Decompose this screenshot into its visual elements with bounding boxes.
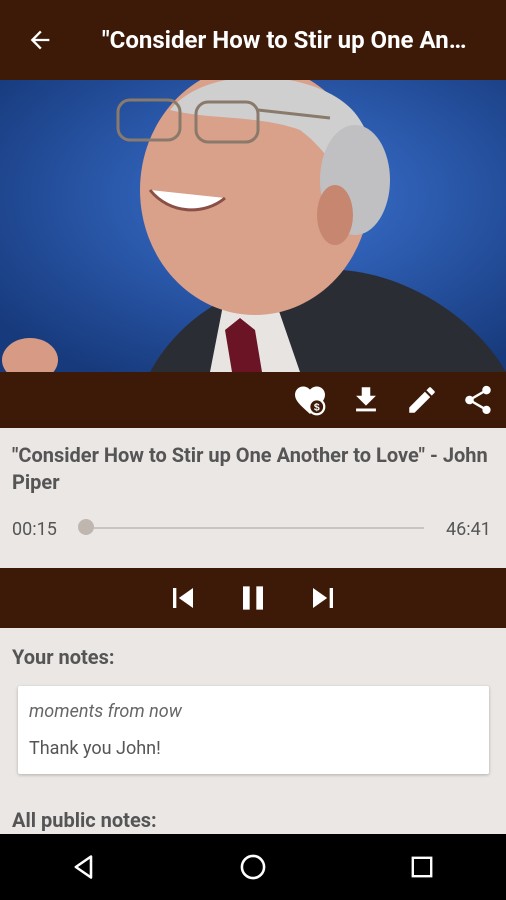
share-button[interactable] — [450, 372, 506, 428]
sermon-info: "Consider How to Stir up One Another to … — [0, 428, 506, 568]
note-card[interactable]: moments from now Thank you John! — [18, 686, 489, 774]
download-icon — [356, 387, 376, 412]
nav-home-icon — [240, 854, 266, 880]
next-button[interactable] — [303, 578, 343, 618]
your-notes-heading: Your notes: — [12, 645, 115, 669]
share-icon — [465, 385, 491, 415]
public-notes-heading: All public notes: — [12, 808, 157, 832]
nav-recents-button[interactable] — [392, 837, 452, 897]
skip-next-icon — [313, 588, 333, 608]
edit-button[interactable] — [394, 372, 450, 428]
page-title: "Consider How to Stir up One Another to … — [102, 26, 472, 54]
sermon-action-bar: $ — [0, 372, 506, 428]
speaker-illustration — [0, 80, 506, 372]
svg-text:$: $ — [314, 402, 320, 414]
back-button[interactable] — [0, 0, 80, 80]
seek-bar[interactable] — [86, 527, 424, 529]
note-timestamp: moments from now — [29, 701, 182, 722]
favorite-button[interactable]: $ — [282, 372, 338, 428]
app-bar: "Consider How to Stir up One Another to … — [0, 0, 506, 80]
arrow-back-icon — [30, 30, 50, 50]
previous-button[interactable] — [163, 578, 203, 618]
pause-icon — [243, 586, 263, 610]
nav-recents-icon — [411, 856, 433, 878]
total-duration: 46:41 — [446, 519, 491, 540]
system-nav-bar — [0, 834, 506, 900]
edit-icon — [409, 387, 435, 413]
sermon-title: "Consider How to Stir up One Another to … — [12, 443, 488, 494]
seek-thumb[interactable] — [78, 519, 94, 535]
nav-back-button[interactable] — [54, 837, 114, 897]
skip-previous-icon — [173, 588, 193, 608]
pause-button[interactable] — [233, 578, 273, 618]
speaker-photo — [0, 80, 506, 372]
favorite-sermon-icon: $ — [295, 386, 326, 416]
elapsed-time: 00:15 — [12, 519, 57, 540]
playback-controls — [0, 568, 506, 628]
download-button[interactable] — [338, 372, 394, 428]
nav-back-icon — [74, 855, 93, 879]
nav-home-button[interactable] — [223, 837, 283, 897]
note-text: Thank you John! — [29, 738, 161, 759]
